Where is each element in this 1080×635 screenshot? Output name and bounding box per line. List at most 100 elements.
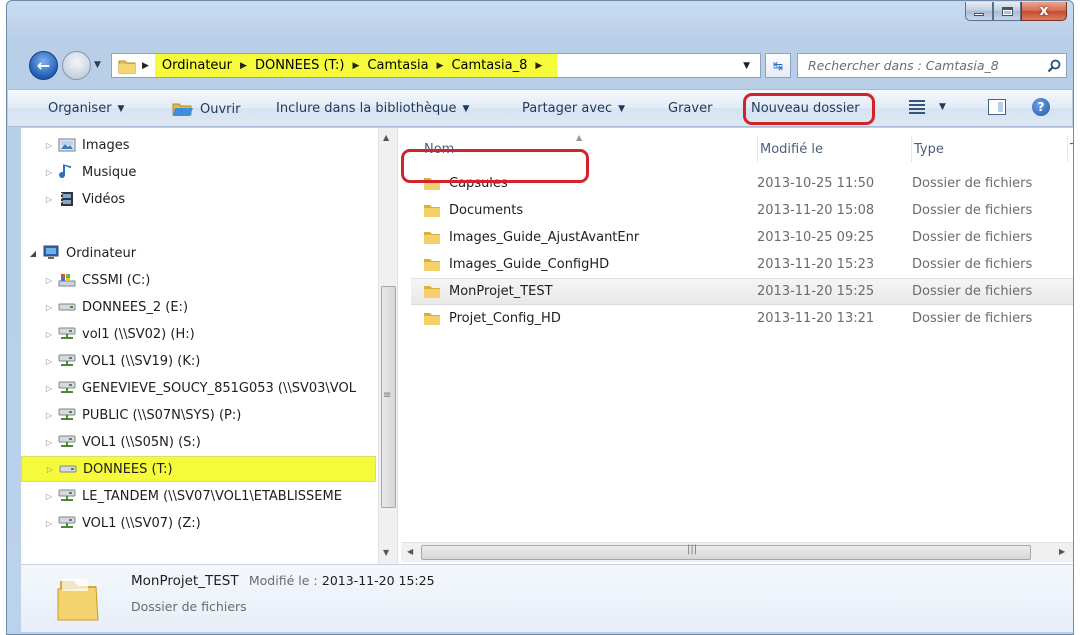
expand-arrow-icon[interactable]: ▷ [41, 195, 57, 204]
ouvrir-label: Ouvrir [200, 101, 241, 117]
chevron-right-icon[interactable]: ▶ [348, 61, 365, 71]
nav-item-label: DONNEES_2 (E:) [82, 299, 189, 315]
nav-item-vol1-sv19[interactable]: ▷ VOL1 (\\SV19) (K:) [21, 348, 376, 374]
chevron-right-icon[interactable]: ▶ [142, 61, 149, 71]
address-bar[interactable]: ▶ Ordinateur ▶ DONNEES (T:) ▶ Camtasia ▶… [111, 53, 761, 78]
file-name: Projet_Config_HD [449, 311, 561, 326]
scroll-up-icon[interactable]: ▲ [383, 133, 389, 142]
navigation-scrollbar[interactable]: ▲ ≡ ▼ [378, 128, 397, 564]
folder-icon [424, 232, 440, 244]
file-date: 2013-10-25 11:50 [757, 176, 875, 191]
chevron-right-icon[interactable]: ▶ [530, 61, 547, 71]
view-controls: ▼ ? [909, 98, 1050, 116]
burn-button[interactable]: Graver [668, 101, 712, 116]
expand-arrow-icon[interactable]: ▷ [41, 411, 57, 420]
scroll-down-icon[interactable]: ▼ [383, 548, 389, 557]
close-button[interactable]: x [1021, 2, 1067, 21]
file-type: Dossier de fichiers [912, 203, 1033, 218]
maximize-button[interactable] [993, 2, 1021, 21]
nav-item-label: Vidéos [82, 191, 126, 207]
expand-arrow-icon[interactable]: ▷ [41, 519, 57, 528]
network-drive-icon [57, 326, 77, 342]
breadcrumb-camtasia[interactable]: Camtasia [364, 58, 431, 73]
breadcrumb-camtasia-8[interactable]: Camtasia_8 [448, 58, 530, 73]
ouvrir-button[interactable]: Ouvrir [172, 101, 240, 117]
expand-arrow-icon[interactable]: ▷ [41, 357, 57, 366]
breadcrumb-donnees[interactable]: DONNEES (T:) [252, 58, 348, 73]
expand-arrow-icon[interactable]: ▷ [41, 492, 57, 501]
nav-item-genevieve[interactable]: ▷ GENEVIEVE_SOUCY_851G053 (\\SV03\VOL [21, 375, 376, 401]
address-history-dropdown-icon[interactable]: ▼ [743, 61, 750, 71]
chevron-down-icon: ▼ [618, 103, 626, 114]
table-row-selected[interactable]: MonProjet_TEST 2013-11-20 15:25 Dossier … [411, 278, 1073, 305]
chevron-right-icon[interactable]: ▶ [432, 61, 449, 71]
nav-item-videos[interactable]: ▷ Vidéos [21, 186, 376, 212]
nav-item-label: Images [82, 137, 130, 153]
table-row[interactable]: Projet_Config_HD 2013-11-20 13:21 Dossie… [411, 305, 1073, 332]
nav-item-label: VOL1 (\\SV07) (Z:) [82, 515, 201, 531]
expand-arrow-icon[interactable]: ▷ [41, 330, 57, 339]
search-input[interactable]: Rechercher dans : Camtasia_8 [808, 58, 1042, 73]
column-header-truncated[interactable]: T [1067, 136, 1073, 162]
chevron-right-icon[interactable]: ▶ [235, 61, 252, 71]
expand-arrow-icon[interactable]: ▷ [41, 303, 57, 312]
refresh-button[interactable]: ↹ [765, 53, 791, 78]
nav-item-images[interactable]: ▷ Images [21, 132, 376, 158]
system-drive-icon [57, 272, 77, 288]
nav-item-public[interactable]: ▷ PUBLIC (\\S07N\SYS) (P:) [21, 402, 376, 428]
expand-arrow-icon[interactable]: ▷ [41, 141, 57, 150]
search-box[interactable]: Rechercher dans : Camtasia_8 [797, 53, 1067, 78]
nav-item-vol1-s05n[interactable]: ▷ VOL1 (\\S05N) (S:) [21, 429, 376, 455]
file-list-scrollbar[interactable]: ◀ ||| ▶ [401, 542, 1073, 562]
nav-item-le-tandem[interactable]: ▷ LE_TANDEM (\\SV07\VOL1\ETABLISSEME [21, 483, 376, 509]
scrollbar-thumb[interactable] [421, 545, 1031, 560]
chevron-down-icon[interactable]: ▼ [939, 102, 946, 112]
sort-ascending-icon: ▲ [576, 132, 583, 142]
share-with-button[interactable]: Partager avec ▼ [522, 101, 625, 116]
table-row[interactable]: Images_Guide_AjustAvantEnr 2013-10-25 09… [411, 224, 1073, 251]
nav-item-label: VOL1 (\\S05N) (S:) [82, 434, 201, 450]
explorer-window: x ← → ▼ ▶ Ordinateur ▶ DONNEES (T:) ▶ Ca… [6, 0, 1074, 635]
expand-arrow-icon[interactable]: ▷ [41, 384, 57, 393]
column-header-type[interactable]: Type [911, 136, 944, 162]
expand-arrow-icon[interactable]: ▷ [41, 438, 57, 447]
arrow-right-icon: → [69, 55, 84, 75]
details-file-name: MonProjet_TEST [131, 573, 239, 589]
table-row[interactable]: Documents 2013-11-20 15:08 Dossier de fi… [411, 197, 1073, 224]
nav-item-vol1-sv07[interactable]: ▷ VOL1 (\\SV07) (Z:) [21, 510, 376, 536]
organiser-button[interactable]: Organiser ▼ [48, 101, 124, 116]
forward-button[interactable]: → [62, 51, 91, 80]
folder-icon [424, 205, 440, 217]
expand-arrow-icon[interactable]: ▷ [42, 465, 58, 474]
expand-arrow-icon[interactable]: ▷ [41, 276, 57, 285]
change-view-icon[interactable] [909, 100, 925, 114]
help-icon[interactable]: ? [1031, 98, 1050, 116]
table-row[interactable]: Images_Guide_ConfigHD 2013-11-20 15:23 D… [411, 251, 1073, 278]
scroll-right-icon[interactable]: ▶ [1059, 547, 1065, 556]
breadcrumb-ordinateur[interactable]: Ordinateur [159, 58, 235, 73]
drive-icon [58, 461, 78, 477]
nav-item-vol1-sv02[interactable]: ▷ vol1 (\\SV02) (H:) [21, 321, 376, 347]
back-button[interactable]: ← [29, 51, 58, 80]
search-icon[interactable] [1042, 54, 1066, 77]
expand-arrow-icon[interactable]: ▷ [41, 168, 57, 177]
file-date: 2013-11-20 13:21 [757, 311, 875, 326]
nav-item-cssmi[interactable]: ▷ CSSMI (C:) [21, 267, 376, 293]
graver-label: Graver [668, 101, 713, 116]
minimize-button[interactable] [965, 2, 993, 21]
file-name: Images_Guide_AjustAvantEnr [449, 230, 640, 245]
nav-item-musique[interactable]: ▷ Musique [21, 159, 376, 185]
column-header-modified[interactable]: Modifié le [757, 136, 823, 162]
include-in-library-button[interactable]: Inclure dans la bibliothèque ▼ [276, 101, 469, 116]
scroll-left-icon[interactable]: ◀ [407, 547, 413, 556]
nav-item-donnees-t[interactable]: ▷ DONNEES (T:) [21, 456, 376, 482]
nav-item-ordinateur[interactable]: ◢ Ordinateur [21, 240, 376, 266]
collapse-arrow-icon[interactable]: ◢ [25, 249, 41, 258]
file-type: Dossier de fichiers [912, 230, 1033, 245]
recent-pages-dropdown-icon[interactable]: ▼ [94, 60, 101, 70]
nav-item-label: PUBLIC (\\S07N\SYS) (P:) [82, 407, 242, 423]
music-library-icon [57, 164, 77, 180]
nav-item-donnees-2[interactable]: ▷ DONNEES_2 (E:) [21, 294, 376, 320]
preview-pane-icon[interactable] [987, 99, 1006, 115]
network-drive-icon [57, 380, 77, 396]
